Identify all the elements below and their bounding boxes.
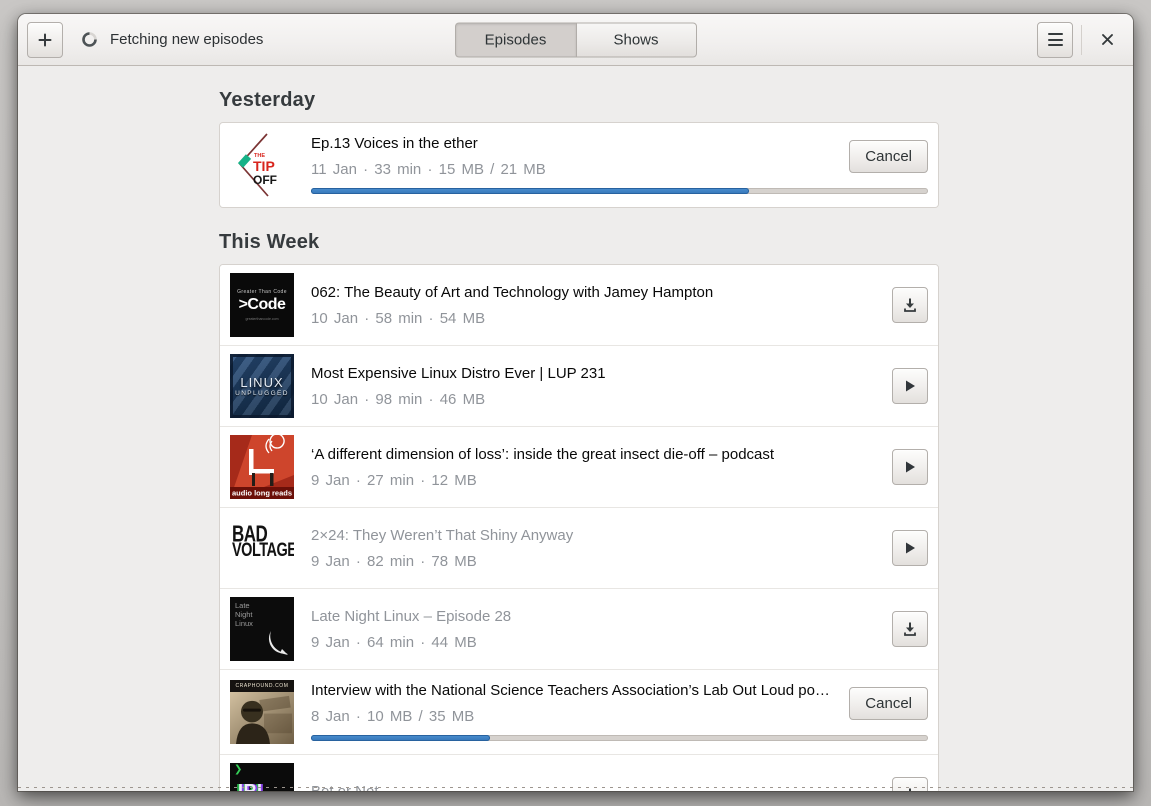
episode-artwork-lup: LINUX UNPLUGGED (230, 354, 294, 418)
view-switcher: Episodes Shows (454, 22, 697, 57)
download-icon (904, 622, 916, 636)
headerbar: Fetching new episodes Episodes Shows (18, 14, 1133, 66)
download-button[interactable] (892, 287, 928, 323)
episode-title: Most Expensive Linux Distro Ever | LUP 2… (311, 364, 606, 382)
svg-text:audio long reads: audio long reads (232, 489, 292, 498)
episode-row[interactable]: THE TIP OFF Ep.13 Voices in the ether 11 … (220, 123, 938, 207)
episode-artwork-alr: audio long reads (230, 435, 294, 499)
close-button[interactable] (1090, 23, 1124, 57)
cancel-download-button[interactable]: Cancel (849, 140, 928, 173)
download-button[interactable] (892, 611, 928, 647)
plus-icon (38, 33, 52, 46)
section-title: Yesterday (219, 89, 316, 111)
hamburger-icon (1047, 33, 1063, 46)
episode-row[interactable]: audio long reads ‘A different dimension … (220, 426, 938, 507)
download-progress-fill (311, 735, 490, 741)
episode-section: Yesterday THE TIP OFF Ep.13 Voices in th… (219, 89, 939, 208)
episodes-view[interactable]: Yesterday THE TIP OFF Ep.13 Voices in th… (18, 66, 1133, 791)
tab-shows[interactable]: Shows (575, 22, 697, 57)
play-button[interactable] (892, 449, 928, 485)
episode-card: Greater Than Code >Code greaterthancode.co… (219, 264, 939, 791)
fetch-status-label: Fetching new episodes (110, 31, 264, 48)
download-progressbar (311, 735, 928, 741)
episode-title: Interview with the National Science Teac… (311, 682, 836, 699)
cancel-download-button[interactable]: Cancel (849, 687, 928, 720)
svg-text:OFF: OFF (253, 173, 277, 187)
app-window: Fetching new episodes Episodes Shows Yes… (18, 14, 1133, 791)
episode-meta: 10 Jan · 58 min · 54 MB (311, 309, 486, 327)
download-progress-fill (311, 188, 750, 194)
episode-title: Ep.13 Voices in the ether (311, 135, 478, 152)
episode-artwork-bv: BAD VOLTAGE (230, 516, 294, 580)
episode-meta: 9 Jan · 64 min · 44 MB (311, 633, 477, 651)
episode-artwork-tipoff: THE TIP OFF (230, 133, 294, 197)
episode-row[interactable]: ❯IRL Bot or Not (220, 754, 938, 791)
episode-meta: 8 Jan · 10 MB / 35 MB (311, 708, 475, 725)
episode-meta: 10 Jan · 98 min · 46 MB (311, 390, 486, 408)
episode-title: Late Night Linux – Episode 28 (311, 607, 512, 625)
download-button[interactable] (892, 777, 928, 791)
play-icon (906, 380, 915, 392)
episode-row[interactable]: CRAPHOUND.COM Interview with the Nationa… (220, 669, 938, 754)
episode-meta: 9 Jan · 27 min · 12 MB (311, 471, 477, 489)
episode-row[interactable]: Late Night Linux Late Night Linux – Episod… (220, 588, 938, 669)
svg-text:TIP: TIP (253, 158, 275, 174)
play-icon (906, 542, 915, 554)
episode-artwork-gtc: Greater Than Code >Code greaterthancode.co… (230, 273, 294, 337)
episode-section: This Week Greater Than Code >Code greatert… (219, 231, 939, 791)
download-icon (909, 788, 911, 791)
download-progressbar (311, 188, 928, 194)
episode-artwork-crp: CRAPHOUND.COM (230, 680, 294, 744)
play-icon (906, 461, 915, 473)
episode-artwork-lnl: Late Night Linux (230, 597, 294, 661)
play-button[interactable] (892, 368, 928, 404)
tab-episodes[interactable]: Episodes (454, 22, 576, 57)
episode-meta: 9 Jan · 82 min · 78 MB (311, 552, 477, 570)
header-separator (1081, 24, 1082, 55)
episode-row[interactable]: BAD VOLTAGE 2×24: They Weren’t That Shiny … (220, 507, 938, 588)
episode-title: 062: The Beauty of Art and Technology wi… (311, 283, 714, 301)
episode-title: ‘A different dimension of loss’: inside … (311, 445, 775, 463)
section-title: This Week (219, 231, 320, 253)
episode-title: Bot or Not (311, 782, 878, 791)
close-icon (1101, 34, 1113, 45)
spinner-icon (82, 32, 97, 47)
add-podcast-button[interactable] (27, 21, 63, 58)
episode-meta: 11 Jan · 33 min · 15 MB / 21 MB (311, 161, 546, 178)
episode-row[interactable]: LINUX UNPLUGGED Most Expensive Linux Distr… (220, 345, 938, 426)
episode-artwork-irl: ❯ IRL (230, 763, 294, 791)
episode-row[interactable]: Greater Than Code >Code greaterthancode.co… (220, 265, 938, 345)
download-icon (904, 298, 916, 312)
episodes-column: Yesterday THE TIP OFF Ep.13 Voices in th… (219, 89, 939, 791)
play-button[interactable] (892, 530, 928, 566)
episode-title: 2×24: They Weren’t That Shiny Anyway (311, 526, 574, 544)
episode-card: THE TIP OFF Ep.13 Voices in the ether 11 … (219, 122, 939, 208)
menu-button[interactable] (1037, 21, 1073, 58)
